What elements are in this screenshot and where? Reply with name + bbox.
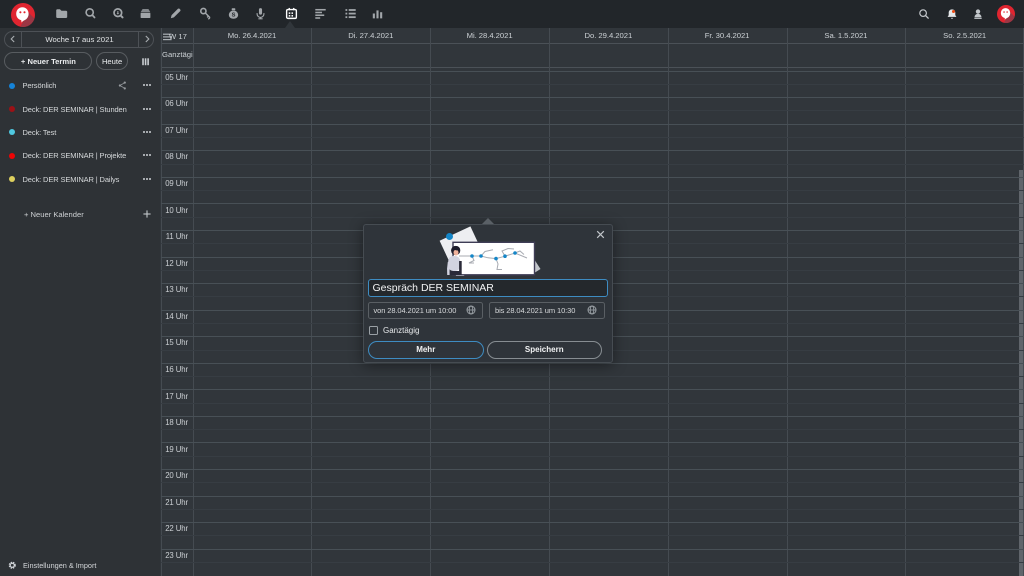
svg-text:S: S	[231, 13, 235, 19]
